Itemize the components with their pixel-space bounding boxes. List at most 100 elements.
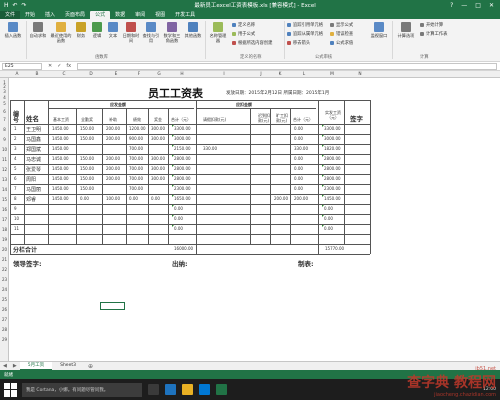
cell-net[interactable]: 2800.00 <box>324 156 341 161</box>
cell-no[interactable]: 6 <box>14 176 17 181</box>
cell-net[interactable]: 2800.00 <box>324 166 341 171</box>
cell-net[interactable]: 0.00 <box>324 206 333 211</box>
cell-sub[interactable]: 200.00 <box>106 176 120 181</box>
row-header[interactable]: 19 <box>0 237 9 242</box>
fx-icon[interactable]: fx <box>66 63 71 69</box>
tab-formulas[interactable]: 公式 <box>90 11 111 19</box>
cell-name[interactable]: 邓睿 <box>26 196 36 203</box>
store-icon[interactable] <box>199 384 210 395</box>
recent-functions-button[interactable]: 最近使用的函数 <box>50 22 72 43</box>
row-header[interactable]: 10 <box>0 147 9 152</box>
row-header[interactable]: 18 <box>0 227 9 232</box>
cell-allow[interactable]: 150.00 <box>80 176 94 181</box>
cell-net[interactable]: 3300.00 <box>324 126 341 131</box>
define-name-button[interactable]: 定义名称 <box>232 22 255 28</box>
row-header[interactable]: 21 <box>0 257 9 262</box>
minimize-icon[interactable]: — <box>461 2 467 9</box>
cell-base[interactable]: 1450.00 <box>52 196 69 201</box>
enter-icon[interactable]: ✓ <box>57 63 61 69</box>
row-header[interactable]: 4 <box>0 95 9 100</box>
windows-start-icon[interactable] <box>4 382 18 397</box>
cell-perf[interactable]: 700.00 <box>129 186 143 191</box>
row-header[interactable]: 3 <box>0 89 9 94</box>
file-explorer-icon[interactable] <box>182 384 193 395</box>
cell-bonus[interactable]: 300.00 <box>151 126 165 131</box>
column-header[interactable]: A <box>10 71 24 78</box>
column-header[interactable]: I <box>196 71 252 78</box>
task-view-icon[interactable] <box>148 384 159 395</box>
cell-allow[interactable]: 150.00 <box>80 136 94 141</box>
column-header[interactable]: F <box>128 71 150 78</box>
cell-name[interactable]: 王卫明 <box>26 126 41 133</box>
row-header[interactable]: 17 <box>0 217 9 222</box>
formula-input[interactable] <box>77 62 497 70</box>
sheet-tab-may[interactable]: 5月工资 <box>19 362 53 370</box>
sheet-tab-sheet3[interactable]: Sheet3 <box>52 362 84 370</box>
cell-base[interactable]: 1450.00 <box>52 136 69 141</box>
cell-base[interactable]: 1450.00 <box>52 186 69 191</box>
row-header[interactable]: 13 <box>0 177 9 182</box>
more-functions-button[interactable]: 其他函数 <box>184 22 202 38</box>
cell-base[interactable]: 1450.00 <box>52 156 69 161</box>
cell-net[interactable]: 1820.00 <box>324 146 341 151</box>
column-header[interactable]: G <box>150 71 168 78</box>
column-header[interactable]: K <box>270 71 290 78</box>
selected-cell[interactable] <box>100 302 125 310</box>
datetime-button[interactable]: 日期和时间 <box>122 22 140 43</box>
row-header[interactable]: 9 <box>0 137 9 142</box>
autosum-button[interactable]: 自动求和 <box>28 22 48 38</box>
tab-insert[interactable]: 插入 <box>40 11 60 19</box>
cell-perf[interactable]: 700.00 <box>129 176 143 181</box>
edge-browser-icon[interactable] <box>165 384 176 395</box>
column-header[interactable]: J <box>252 71 270 78</box>
cell-total[interactable]: 2800.00 <box>174 166 191 171</box>
cell-allow[interactable]: 150.00 <box>80 186 94 191</box>
cell-base[interactable]: 1450.00 <box>52 146 69 151</box>
row-header[interactable]: 20 <box>0 247 9 252</box>
cell-d4[interactable]: 330.00 <box>294 146 308 151</box>
cell-perf[interactable]: 0.00 <box>129 196 138 201</box>
cell-d4[interactable]: 0.00 <box>294 166 303 171</box>
text-button[interactable]: 文本 <box>106 22 120 38</box>
cell-no[interactable]: 9 <box>14 206 17 211</box>
cell-total[interactable]: 0.00 <box>174 206 183 211</box>
tab-file[interactable]: 文件 <box>0 11 21 19</box>
maximize-icon[interactable]: □ <box>475 2 481 9</box>
help-icon[interactable]: ? <box>450 2 453 9</box>
cell-no[interactable]: 11 <box>14 226 19 231</box>
cell-net[interactable]: 0.00 <box>324 216 333 221</box>
calculate-now-button[interactable]: 开始计算 <box>420 22 443 28</box>
remove-arrows-button[interactable]: 移去箭头 <box>287 40 310 46</box>
cell-allow[interactable]: 0.00 <box>80 196 89 201</box>
column-header[interactable]: L <box>290 71 318 78</box>
row-header[interactable]: 25 <box>0 297 9 302</box>
error-checking-button[interactable]: 错误检查 <box>330 31 353 37</box>
cell-allow[interactable]: 150.00 <box>80 126 94 131</box>
column-header[interactable]: C <box>50 71 78 78</box>
financial-button[interactable]: 财务 <box>74 22 88 38</box>
cell-perf[interactable]: 700.00 <box>129 146 143 151</box>
row-header[interactable]: 12 <box>0 167 9 172</box>
row-header[interactable]: 28 <box>0 327 9 332</box>
cell-name[interactable]: 马国鑫 <box>26 136 41 143</box>
cell-bonus[interactable]: 0.00 <box>151 196 160 201</box>
cell-net[interactable]: 2300.00 <box>324 186 341 191</box>
cell-no[interactable]: 4 <box>14 156 17 161</box>
cell-total[interactable]: 2800.00 <box>174 176 191 181</box>
cell-net[interactable]: 0.00 <box>324 226 333 231</box>
tab-developer[interactable]: 开发工具 <box>170 11 200 19</box>
cell-d4[interactable]: 0.00 <box>294 156 303 161</box>
save-icon[interactable]: H <box>4 2 9 9</box>
cell-perf[interactable]: 1200.00 <box>129 126 146 131</box>
cell-net[interactable]: 3000.00 <box>324 136 341 141</box>
cell-allow[interactable]: 150.00 <box>80 166 94 171</box>
column-header[interactable]: H <box>168 71 196 78</box>
watch-window-button[interactable]: 监视窗口 <box>370 22 388 38</box>
cell-base[interactable]: 1450.00 <box>52 126 69 131</box>
cell-d4[interactable]: 0.00 <box>294 176 303 181</box>
column-header[interactable]: D <box>78 71 104 78</box>
nav-next-icon[interactable]: ▶ <box>10 363 20 369</box>
excel-app-icon[interactable] <box>216 384 227 395</box>
row-header[interactable]: 29 <box>0 337 9 342</box>
cell-d1[interactable]: 330.00 <box>203 146 217 151</box>
